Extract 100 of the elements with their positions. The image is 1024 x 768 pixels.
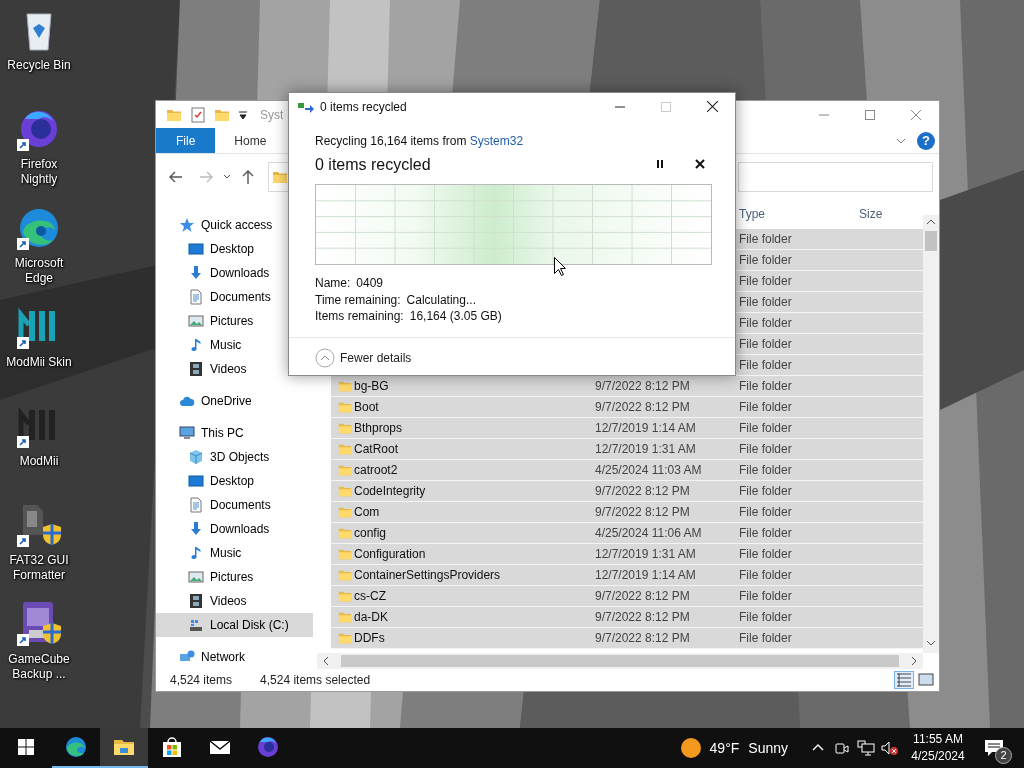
browser-icon	[64, 735, 88, 759]
file-row[interactable]: Bthprops 12/7/2019 1:14 AM File folder	[331, 418, 923, 439]
close-icon	[911, 109, 921, 120]
folder-icon	[338, 442, 352, 456]
file-name: catroot2	[354, 463, 398, 477]
network-icon[interactable]	[857, 740, 875, 756]
column-header[interactable]: Type	[739, 207, 765, 221]
camera-icon[interactable]	[834, 740, 850, 756]
file-row[interactable]: da-DK 9/7/2022 8:12 PM File folder	[331, 607, 923, 628]
file-date: 9/7/2022 8:12 PM	[595, 379, 690, 393]
file-name: CodeIntegrity	[354, 484, 426, 498]
console-box-icon[interactable]	[15, 600, 63, 648]
transfer-icon	[298, 100, 314, 113]
search-field[interactable]	[738, 161, 933, 192]
scrollbar[interactable]	[317, 653, 923, 669]
film-icon	[188, 593, 204, 609]
item-count: 4,524 items	[170, 673, 233, 687]
cube-icon	[188, 449, 204, 465]
sun-icon[interactable]	[680, 738, 701, 758]
nav-item[interactable]: 3D Objects	[156, 445, 313, 469]
nav-item[interactable]: Desktop	[156, 469, 313, 493]
view-button[interactable]	[916, 671, 936, 689]
scrollbar[interactable]	[923, 215, 939, 653]
file-date: 9/7/2022 8:12 PM	[595, 505, 690, 519]
file-row[interactable]: CatRoot 12/7/2019 1:31 AM File folder	[331, 439, 923, 460]
clock-date[interactable]: 4/25/2024	[911, 748, 965, 765]
file-date: 9/7/2022 8:12 PM	[595, 400, 690, 414]
ribbon-tab[interactable]: Home	[215, 128, 286, 153]
view-button[interactable]	[894, 671, 914, 689]
file-row[interactable]: cs-CZ 9/7/2022 8:12 PM File folder	[331, 586, 923, 607]
file-row[interactable]: DDFs 9/7/2022 8:12 PM File folder	[331, 628, 923, 649]
image-icon	[188, 569, 204, 585]
source-text: Recycling 16,164 items from System32	[315, 134, 525, 149]
desktop-icon-label[interactable]: GameCube Backup ...	[1, 652, 77, 682]
detail-label: Name:	[315, 276, 351, 291]
notification-button[interactable]: 2	[974, 728, 1014, 768]
file-row[interactable]: Configuration 12/7/2019 1:31 AM File folder	[331, 544, 923, 565]
clock-time[interactable]: 11:55 AM	[913, 731, 963, 748]
up-arrow-icon[interactable]	[240, 168, 256, 185]
notification-badge: 2	[995, 747, 1012, 764]
fewer-details-button[interactable]: Fewer details	[315, 347, 412, 368]
nav-item[interactable]: Downloads	[156, 517, 313, 541]
column-header[interactable]: Size	[859, 207, 883, 221]
download-icon	[188, 265, 204, 281]
start-icon	[18, 739, 34, 755]
detail-value: 0409	[356, 276, 384, 291]
file-name: ContainerSettingsProviders	[354, 568, 501, 582]
file-row[interactable]: Com 9/7/2022 8:12 PM File folder	[331, 502, 923, 523]
folder-icon	[338, 505, 352, 519]
browser-icon	[256, 735, 280, 759]
desktop-icon-label[interactable]: Recycle Bin	[1, 58, 77, 73]
folder-icon	[338, 526, 352, 540]
file-type: File folder	[739, 400, 792, 414]
nav-item[interactable]: Pictures	[156, 565, 313, 589]
file-name: cs-CZ	[354, 589, 386, 603]
desktop-icon-label[interactable]: Firefox Nightly	[1, 157, 77, 187]
desktop-icon-label[interactable]: ModMii	[1, 454, 77, 469]
folder-link[interactable]: System32	[469, 134, 524, 148]
scroll-thumb[interactable]	[925, 231, 937, 251]
file-row[interactable]: bg-BG 9/7/2022 8:12 PM File folder	[331, 376, 923, 397]
nav-item[interactable]: Local Disk (C:)	[156, 613, 313, 637]
film-icon	[188, 361, 204, 377]
nav-item[interactable]: This PC	[156, 421, 313, 445]
file-row[interactable]: config 4/25/2024 11:06 AM File folder	[331, 523, 923, 544]
desktop-icon-label[interactable]: Microsoft Edge	[1, 256, 77, 286]
properties-icon[interactable]	[190, 106, 206, 123]
folder-icon	[338, 484, 352, 498]
nav-item[interactable]: Network	[156, 645, 313, 669]
file-date: 12/7/2019 1:14 AM	[595, 568, 696, 582]
download-icon	[188, 521, 204, 537]
file-name: config	[354, 526, 387, 540]
chevron-right-icon[interactable]	[909, 655, 919, 667]
file-row[interactable]: ContainerSettingsProviders 12/7/2019 1:14 AM File folder	[331, 565, 923, 586]
nav-item[interactable]: Music	[156, 541, 313, 565]
file-row[interactable]: CodeIntegrity 9/7/2022 8:12 PM File folder	[331, 481, 923, 502]
taskbar-button[interactable]	[100, 728, 148, 768]
caret-down-icon[interactable]	[238, 109, 248, 120]
file-row[interactable]: catroot2 4/25/2024 11:03 AM File folder	[331, 460, 923, 481]
selection-count: 4,524 items selected	[260, 673, 371, 687]
ribbon-tab[interactable]: File	[156, 128, 216, 153]
nav-item[interactable]: OneDrive	[156, 389, 313, 413]
file-row[interactable]: Boot 9/7/2022 8:12 PM File folder	[331, 397, 923, 418]
file-type: File folder	[739, 379, 792, 393]
file-date: 4/25/2024 11:03 AM	[595, 463, 702, 477]
desktop-icon-label[interactable]: FAT32 GUI Formatter	[1, 553, 77, 583]
weather-condition[interactable]: Sunny	[748, 740, 788, 756]
nav-item[interactable]: Documents	[156, 493, 313, 517]
help-button[interactable]: ?	[917, 131, 935, 150]
pause-icon	[655, 159, 665, 169]
computer-icon	[179, 425, 195, 441]
folder-icon	[338, 463, 352, 477]
close-icon	[695, 159, 705, 169]
desktop-icon-label[interactable]: ModMii Skin	[1, 355, 77, 370]
nav-item[interactable]: Videos	[156, 589, 313, 613]
speaker-muted-icon[interactable]	[881, 740, 899, 756]
scroll-thumb[interactable]	[341, 655, 899, 667]
weather-temperature[interactable]: 49°F	[709, 740, 740, 756]
file-date: 12/7/2019 1:31 AM	[595, 442, 696, 456]
document-icon	[188, 289, 204, 305]
chevron-left-icon[interactable]	[321, 655, 331, 667]
